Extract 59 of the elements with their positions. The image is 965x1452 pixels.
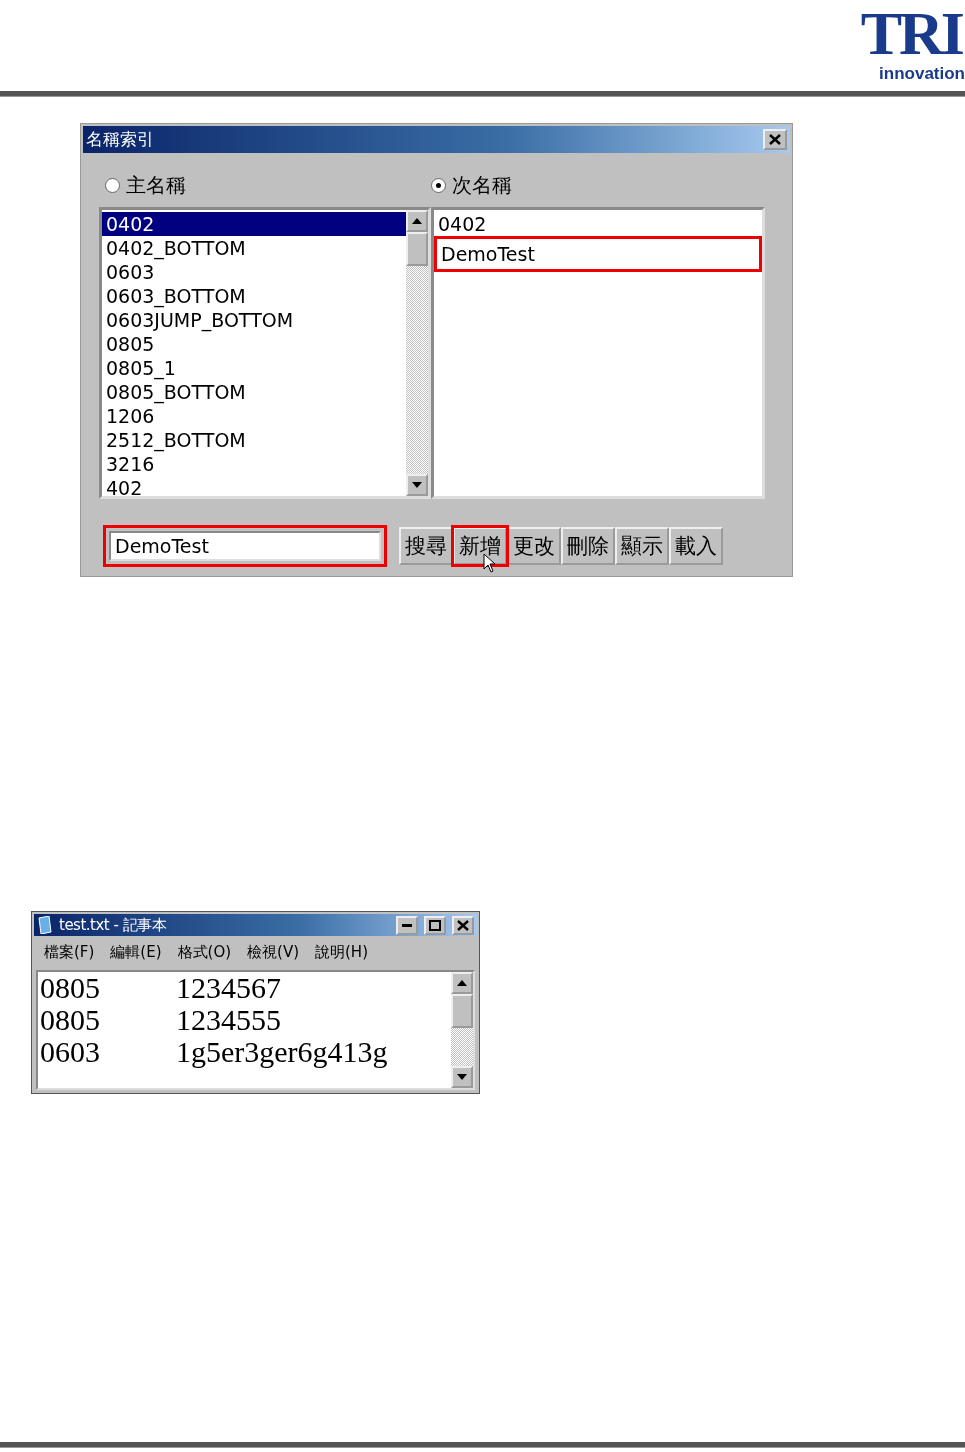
radio-option[interactable]: 主名稱 xyxy=(105,169,431,201)
scroll-up-icon[interactable] xyxy=(412,218,422,224)
list-item[interactable]: 3216 xyxy=(102,452,406,476)
scroll-down-icon[interactable] xyxy=(412,482,422,488)
list-item[interactable]: 0805_1 xyxy=(102,356,406,380)
list-item[interactable]: 0402 xyxy=(434,212,762,236)
action-button[interactable]: 顯示 xyxy=(615,527,669,565)
list-item[interactable]: 0402 xyxy=(102,212,406,236)
list-item[interactable]: 0805_BOTTOM xyxy=(102,380,406,404)
window-title: test.txt - 記事本 xyxy=(59,915,168,935)
scroll-thumb[interactable] xyxy=(406,232,428,266)
radio-label: 主名稱 xyxy=(126,171,186,199)
logo-mark: TRI xyxy=(860,2,964,64)
text-line-value: 1234567 xyxy=(176,972,281,1004)
menu-item[interactable]: 檔案(F) xyxy=(44,942,95,962)
close-button[interactable] xyxy=(763,129,787,150)
text-line-value: 0805 xyxy=(40,1004,101,1036)
scroll-thumb[interactable] xyxy=(451,994,473,1028)
text-line-value: 0603 xyxy=(40,1036,101,1068)
logo-tagline: innovation xyxy=(879,64,965,84)
list-item[interactable]: 2512_BOTTOM xyxy=(102,428,406,452)
action-button[interactable]: 刪除 xyxy=(561,527,615,565)
radio-button[interactable] xyxy=(105,177,120,193)
radio-label: 次名稱 xyxy=(452,171,512,199)
list-item[interactable]: 0805 xyxy=(102,332,406,356)
menu-item[interactable]: 說明(H) xyxy=(315,942,368,962)
menu-item[interactable]: 編輯(E) xyxy=(110,942,162,962)
list-item[interactable]: DemoTest xyxy=(434,236,762,272)
scroll-down-icon[interactable] xyxy=(457,1074,467,1080)
text-area[interactable]: 0805 1234567 0805 1234555 0603 1g5er3ger6g413g xyxy=(36,970,475,1090)
text-line-value: 1234555 xyxy=(176,1004,281,1036)
close-button[interactable] xyxy=(452,915,474,935)
menu-item[interactable]: 檢視(V) xyxy=(247,942,299,962)
close-icon xyxy=(457,919,469,931)
radio-button[interactable] xyxy=(431,177,446,193)
scrollbar[interactable] xyxy=(451,972,473,1088)
list-item[interactable]: 1206 xyxy=(102,404,406,428)
list-item[interactable]: 0603 xyxy=(102,260,406,284)
action-button[interactable]: 載入 xyxy=(669,527,723,565)
action-button[interactable]: 更改 xyxy=(507,527,561,565)
minimize-icon xyxy=(402,923,412,927)
minimize-button[interactable] xyxy=(396,915,418,935)
menu-item[interactable]: 格式(O) xyxy=(177,942,232,962)
window-title: 名稱索引 xyxy=(86,128,154,151)
scroll-up-icon[interactable] xyxy=(457,980,467,986)
text-line-value: 0805 xyxy=(40,972,101,1004)
list-item[interactable]: 0603_BOTTOM xyxy=(102,284,406,308)
list-item[interactable]: 402 xyxy=(102,476,406,496)
radio-option[interactable]: 次名稱 xyxy=(431,169,765,201)
action-button[interactable]: 搜尋 xyxy=(399,527,453,565)
name-field[interactable]: DemoTest xyxy=(103,525,387,567)
text-line-value: 1g5er3ger6g413g xyxy=(176,1036,388,1068)
close-icon xyxy=(769,134,781,145)
notepad-icon xyxy=(37,916,53,934)
scrollbar[interactable] xyxy=(406,210,428,496)
maximize-icon xyxy=(429,919,441,931)
list-item[interactable]: 0402_BOTTOM xyxy=(102,236,406,260)
maximize-button[interactable] xyxy=(424,915,446,935)
list-item[interactable]: 0603JUMP_BOTTOM xyxy=(102,308,406,332)
